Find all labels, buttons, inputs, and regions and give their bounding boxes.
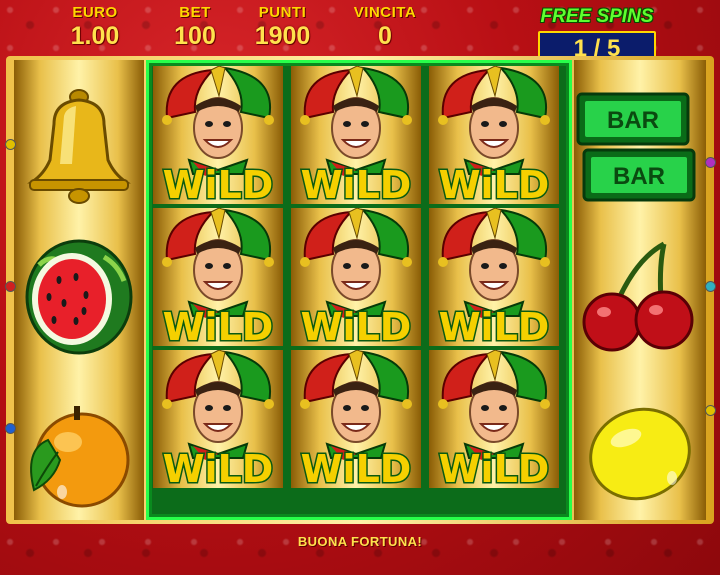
wild-label: WiLD (301, 447, 412, 488)
wild-label: WiLD (163, 447, 274, 488)
wild-symbol-cell: WiLD (429, 207, 559, 351)
payline-indicator-right-1 (705, 157, 716, 168)
points-display: PUNTI 1900 (240, 4, 325, 50)
wild-joker-icon: WiLD (299, 65, 413, 209)
wild-label: WiLD (301, 163, 412, 204)
free-spins-label: FREE SPINS (540, 6, 654, 27)
wild-label: WiLD (163, 305, 274, 346)
wild-joker-icon: WiLD (437, 207, 551, 351)
bar-text-bottom: BAR (613, 163, 665, 190)
bet-value: 100 (174, 22, 216, 50)
reel-1 (14, 60, 144, 520)
bell-icon (27, 89, 131, 204)
bar-bar-icon: BAR BAR (576, 92, 696, 202)
wild-symbol-cell: WiLD (429, 349, 559, 493)
wild-joker-icon: WiLD (161, 207, 275, 351)
reel-5: BAR BAR (574, 60, 706, 520)
wild-label: WiLD (439, 163, 550, 204)
watermelon-icon (25, 239, 133, 355)
wild-symbol-cell: WiLD (291, 207, 421, 351)
lemon-icon (589, 407, 691, 501)
wild-symbol-cell: WiLD (291, 65, 421, 209)
cherries-icon (582, 241, 694, 352)
win-label: VINCITA (353, 4, 417, 21)
wild-joker-icon: WiLD (299, 349, 413, 493)
points-value: 1900 (254, 22, 311, 50)
payline-indicator-right-3 (705, 405, 716, 416)
bet-label: BET (179, 4, 211, 21)
points-label: PUNTI (258, 4, 307, 21)
wild-joker-icon: WiLD (299, 207, 413, 351)
wild-joker-icon: WiLD (437, 349, 551, 493)
wild-symbol-cell: WiLD (153, 65, 283, 209)
payline-indicator-left-3 (5, 423, 16, 434)
orange-icon (30, 406, 130, 508)
wild-symbol-cell: WiLD (429, 65, 559, 209)
win-display: VINCITA 0 (345, 4, 425, 50)
wild-symbol-cell: WiLD (153, 207, 283, 351)
euro-label: EURO (72, 4, 118, 21)
footer-message: BUONA FORTUNA! (297, 534, 423, 549)
payline-indicator-right-2 (705, 281, 716, 292)
euro-display: EURO 1.00 (60, 4, 130, 50)
bar-text-top: BAR (607, 107, 659, 134)
wild-label: WiLD (439, 305, 550, 346)
wild-label: WiLD (163, 163, 274, 204)
wild-symbol-cell: WiLD (153, 349, 283, 493)
win-value: 0 (378, 22, 392, 50)
wild-label: WiLD (301, 305, 412, 346)
bet-display: BET 100 (160, 4, 230, 50)
wild-symbol-cell: WiLD (291, 349, 421, 493)
payline-indicator-left-1 (5, 139, 16, 150)
wild-joker-icon: WiLD (437, 65, 551, 209)
wild-label: WiLD (439, 447, 550, 488)
wild-joker-icon: WiLD (161, 349, 275, 493)
euro-value: 1.00 (70, 22, 120, 50)
payline-indicator-left-2 (5, 281, 16, 292)
wild-joker-icon: WiLD (161, 65, 275, 209)
